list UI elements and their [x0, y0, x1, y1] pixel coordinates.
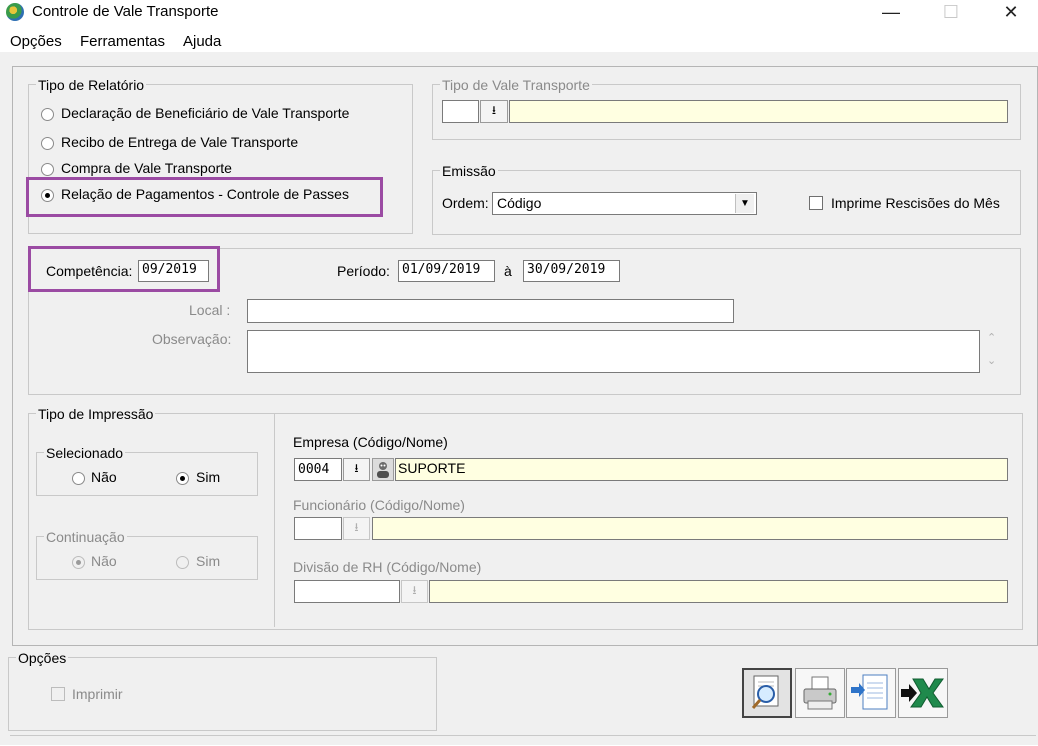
chevron-down-icon[interactable]: ▼	[735, 194, 754, 213]
empresa-lookup-button[interactable]: ⭳	[343, 458, 370, 481]
maximize-button[interactable]: ☐	[928, 0, 974, 26]
emissao-legend: Emissão	[440, 163, 498, 179]
tipo-vale-name-input[interactable]	[509, 100, 1008, 123]
tipo-relatorio-legend: Tipo de Relatório	[36, 77, 147, 93]
magnifier-icon	[751, 675, 779, 709]
ordem-select-value: Código	[497, 195, 542, 211]
radio-compra[interactable]	[41, 163, 54, 176]
menu-opcoes[interactable]: Opções	[10, 33, 62, 50]
window-title: Controle de Vale Transporte	[32, 3, 219, 20]
selecionado-legend: Selecionado	[44, 445, 126, 461]
empresa-code-input[interactable]: 0004	[294, 458, 342, 481]
funcionario-name-input[interactable]	[372, 517, 1008, 540]
periodo-separator: à	[504, 263, 512, 279]
tipo-vale-code-input[interactable]	[442, 100, 479, 123]
empresa-name-input[interactable]: SUPORTE	[395, 458, 1008, 481]
radio-declaracao-label[interactable]: Declaração de Beneficiário de Vale Trans…	[61, 105, 349, 121]
export-excel-button[interactable]	[898, 668, 948, 718]
observacao-label: Observação:	[152, 331, 232, 347]
divisao-lookup-button[interactable]: ⭳	[401, 580, 428, 603]
imprime-rescisoes-label[interactable]: Imprime Rescisões do Mês	[831, 195, 1000, 211]
empresa-search-person-icon[interactable]	[372, 458, 394, 481]
radio-selecionado-sim[interactable]	[176, 472, 189, 485]
scroll-up-icon[interactable]: ⌃	[987, 331, 996, 344]
radio-selecionado-sim-label[interactable]: Sim	[196, 469, 220, 485]
tipo-vale-legend: Tipo de Vale Transporte	[440, 77, 592, 93]
excel-icon	[901, 678, 944, 708]
menu-ajuda[interactable]: Ajuda	[183, 33, 221, 50]
observacao-textarea[interactable]	[247, 330, 980, 373]
tipo-vale-lookup-button[interactable]: ⭳	[480, 100, 508, 123]
ordem-label: Ordem:	[442, 195, 489, 211]
radio-continuacao-nao-label[interactable]: Não	[91, 553, 117, 569]
radio-continuacao-sim[interactable]	[176, 556, 189, 569]
tipo-impressao-legend: Tipo de Impressão	[36, 406, 156, 422]
imprime-rescisoes-checkbox[interactable]	[809, 196, 823, 210]
radio-declaracao[interactable]	[41, 108, 54, 121]
local-label: Local :	[189, 302, 231, 318]
imprimir-checkbox[interactable]	[51, 687, 65, 701]
document-arrow-icon	[851, 674, 888, 710]
annotation-highlight-relacao	[26, 177, 383, 217]
competencia-input[interactable]: 09/2019	[138, 260, 209, 282]
radio-selecionado-nao[interactable]	[72, 472, 85, 485]
radio-selecionado-nao-label[interactable]: Não	[91, 469, 117, 485]
funcionario-label: Funcionário (Código/Nome)	[293, 497, 465, 513]
minimize-button[interactable]: —	[868, 0, 914, 26]
preview-button[interactable]	[742, 668, 792, 718]
print-button[interactable]	[795, 668, 845, 718]
close-button[interactable]: ✕	[988, 0, 1034, 26]
app-logo-icon	[6, 3, 24, 21]
periodo-to-input[interactable]: 30/09/2019	[523, 260, 620, 282]
scroll-down-icon[interactable]: ⌄	[987, 354, 996, 367]
radio-compra-label[interactable]: Compra de Vale Transporte	[61, 160, 232, 176]
opcoes-legend: Opções	[16, 650, 69, 666]
funcionario-lookup-button[interactable]: ⭳	[343, 517, 370, 540]
funcionario-code-input[interactable]	[294, 517, 342, 540]
divisao-code-input[interactable]	[294, 580, 400, 603]
radio-continuacao-sim-label[interactable]: Sim	[196, 553, 220, 569]
radio-recibo[interactable]	[41, 137, 54, 150]
periodo-from-input[interactable]: 01/09/2019	[398, 260, 495, 282]
continuacao-legend: Continuação	[44, 529, 127, 545]
local-input[interactable]	[247, 299, 734, 323]
radio-continuacao-nao[interactable]	[72, 556, 85, 569]
printer-icon	[803, 676, 837, 710]
empresa-label: Empresa (Código/Nome)	[293, 434, 448, 450]
competencia-label: Competência:	[46, 263, 133, 279]
periodo-label: Período:	[337, 263, 390, 279]
menu-ferramentas[interactable]: Ferramentas	[80, 33, 165, 50]
export-document-button[interactable]	[846, 668, 896, 718]
status-bar	[10, 735, 1036, 746]
imprimir-label[interactable]: Imprimir	[72, 686, 123, 702]
radio-recibo-label[interactable]: Recibo de Entrega de Vale Transporte	[61, 134, 298, 150]
divisao-name-input[interactable]	[429, 580, 1008, 603]
ordem-select[interactable]: Código ▼	[492, 192, 757, 215]
vertical-divider	[274, 414, 275, 627]
divisao-label: Divisão de RH (Código/Nome)	[293, 559, 482, 575]
